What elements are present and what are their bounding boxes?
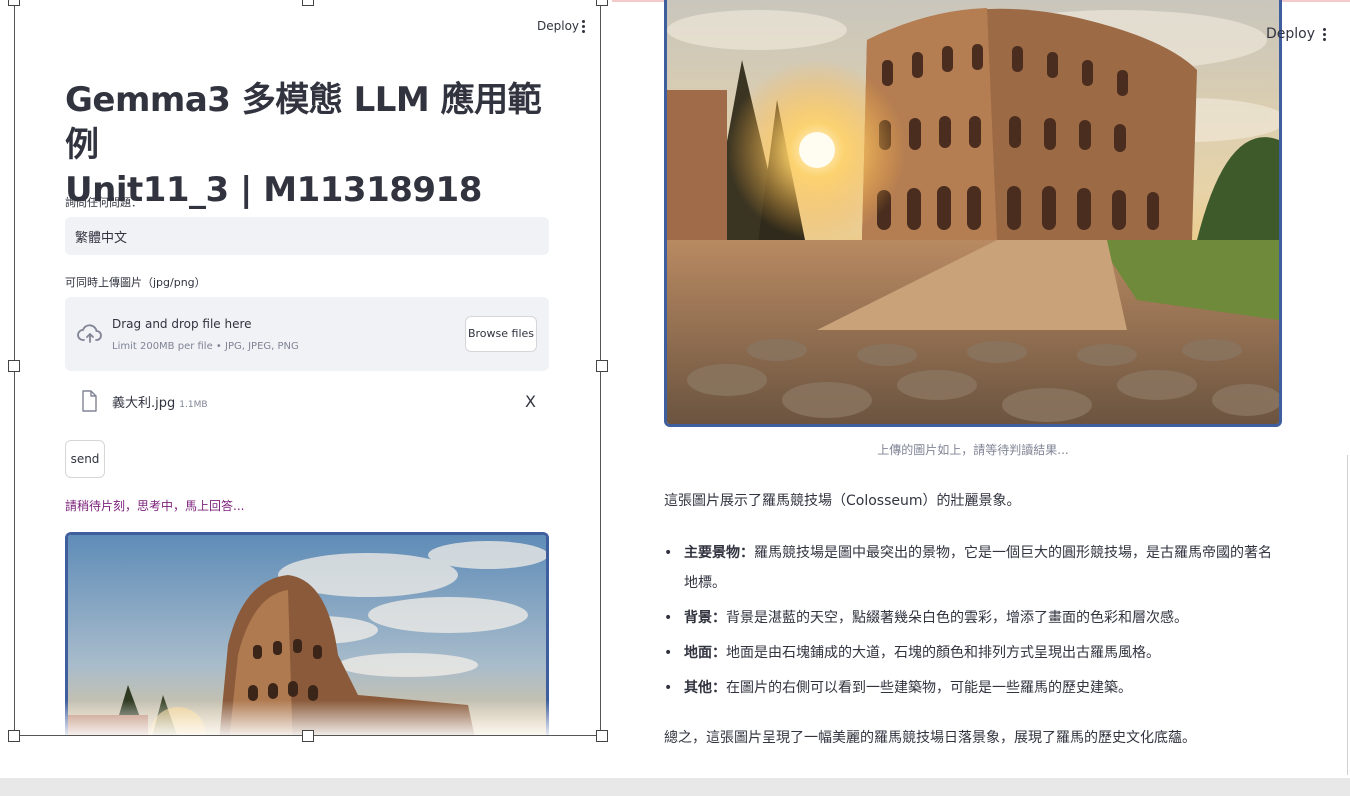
send-button[interactable]: send <box>65 440 105 478</box>
bullet-text: 羅馬競技場是圖中最突出的景物，它是一個巨大的圓形競技場，是古羅馬帝國的著名地標。 <box>684 545 1272 591</box>
file-icon <box>82 390 97 412</box>
file-dropzone[interactable]: Drag and drop file here Limit 200MB per … <box>65 297 549 371</box>
waiting-message: 請稍待片刻，思考中，馬上回答... <box>65 499 245 513</box>
question-label: 詢問任何問題： <box>65 196 142 209</box>
main-menu-icon-right[interactable] <box>1323 28 1327 43</box>
dropzone-limit: Limit 200MB per file • JPG, JPEG, PNG <box>112 341 299 352</box>
resize-handle-bottom[interactable] <box>302 730 314 742</box>
bullet-text: 地面是由石塊鋪成的大道，石塊的顏色和排列方式呈現出古羅馬風格。 <box>726 645 1160 661</box>
file-name: 義大利.jpg 1.1MB <box>112 392 208 411</box>
deploy-button-right[interactable]: Deploy <box>1266 26 1315 42</box>
resize-handle-top[interactable] <box>302 0 314 6</box>
page-title: Gemma3 多模態 LLM 應用範例 Unit11_3 | M11318918 <box>65 78 565 213</box>
response-summary: 總之，這張圖片呈現了一幅美麗的羅馬競技場日落景象，展現了羅馬的歷史文化底蘊。 <box>664 730 1196 746</box>
bullet-term: 背景： <box>684 610 726 626</box>
deploy-button[interactable]: Deploy <box>537 19 579 33</box>
bullet-term: 其他： <box>684 680 726 696</box>
bullet-text: 背景是湛藍的天空，點綴著幾朵白色的雲彩，增添了畫面的色彩和層次感。 <box>726 610 1188 626</box>
bullet-term: 地面： <box>684 645 726 661</box>
response-bullets: 主要景物：羅馬競技場是圖中最突出的景物，它是一個巨大的圓形競技場，是古羅馬帝國的… <box>664 538 1284 708</box>
list-item: 主要景物：羅馬競技場是圖中最突出的景物，它是一個巨大的圓形競技場，是古羅馬帝國的… <box>664 538 1284 598</box>
file-size: 1.1MB <box>179 400 208 410</box>
dropzone-instructions: Drag and drop file here <box>112 317 252 331</box>
remove-file-button[interactable]: X <box>525 392 536 411</box>
result-image <box>664 0 1282 427</box>
resize-handle-bottom-right[interactable] <box>596 730 608 742</box>
resize-handle-top-left[interactable] <box>8 0 20 6</box>
resize-handle-bottom-left[interactable] <box>8 730 20 742</box>
list-item: 其他：在圖片的右側可以看到一些建築物，可能是一些羅馬的歷史建築。 <box>664 673 1284 703</box>
file-name-text: 義大利.jpg <box>112 396 176 411</box>
title-line-1: Gemma3 多模態 LLM 應用範例 <box>65 80 542 165</box>
resize-handle-top-right[interactable] <box>596 0 608 6</box>
bullet-text: 在圖片的右側可以看到一些建築物，可能是一些羅馬的歷史建築。 <box>726 680 1132 696</box>
scrollbar-track[interactable] <box>1347 455 1348 775</box>
left-app-frame: Deploy Gemma3 多模態 LLM 應用範例 Unit11_3 | M1… <box>14 0 601 736</box>
main-menu-icon[interactable] <box>582 20 586 35</box>
bullet-term: 主要景物： <box>684 545 754 561</box>
browse-files-button[interactable]: Browse files <box>465 316 537 352</box>
list-item: 背景：背景是湛藍的天空，點綴著幾朵白色的雲彩，增添了畫面的色彩和層次感。 <box>664 603 1284 633</box>
image-caption: 上傳的圖片如上，請等待判讀結果... <box>877 443 1069 457</box>
resize-handle-left[interactable] <box>8 360 20 372</box>
response-intro: 這張圖片展示了羅馬競技場（Colosseum）的壯麗景象。 <box>664 493 1021 509</box>
bottom-bar <box>0 778 1350 796</box>
upload-label: 可同時上傳圖片（jpg/png） <box>65 276 206 289</box>
resize-handle-right[interactable] <box>596 360 608 372</box>
uploaded-file-row: 義大利.jpg 1.1MB X <box>65 386 549 416</box>
upload-cloud-icon <box>77 324 102 343</box>
list-item: 地面：地面是由石塊鋪成的大道，石塊的顏色和排列方式呈現出古羅馬風格。 <box>664 638 1284 668</box>
question-input[interactable]: 繁體中文 <box>65 217 549 255</box>
colosseum-sunset-image <box>667 0 1279 424</box>
